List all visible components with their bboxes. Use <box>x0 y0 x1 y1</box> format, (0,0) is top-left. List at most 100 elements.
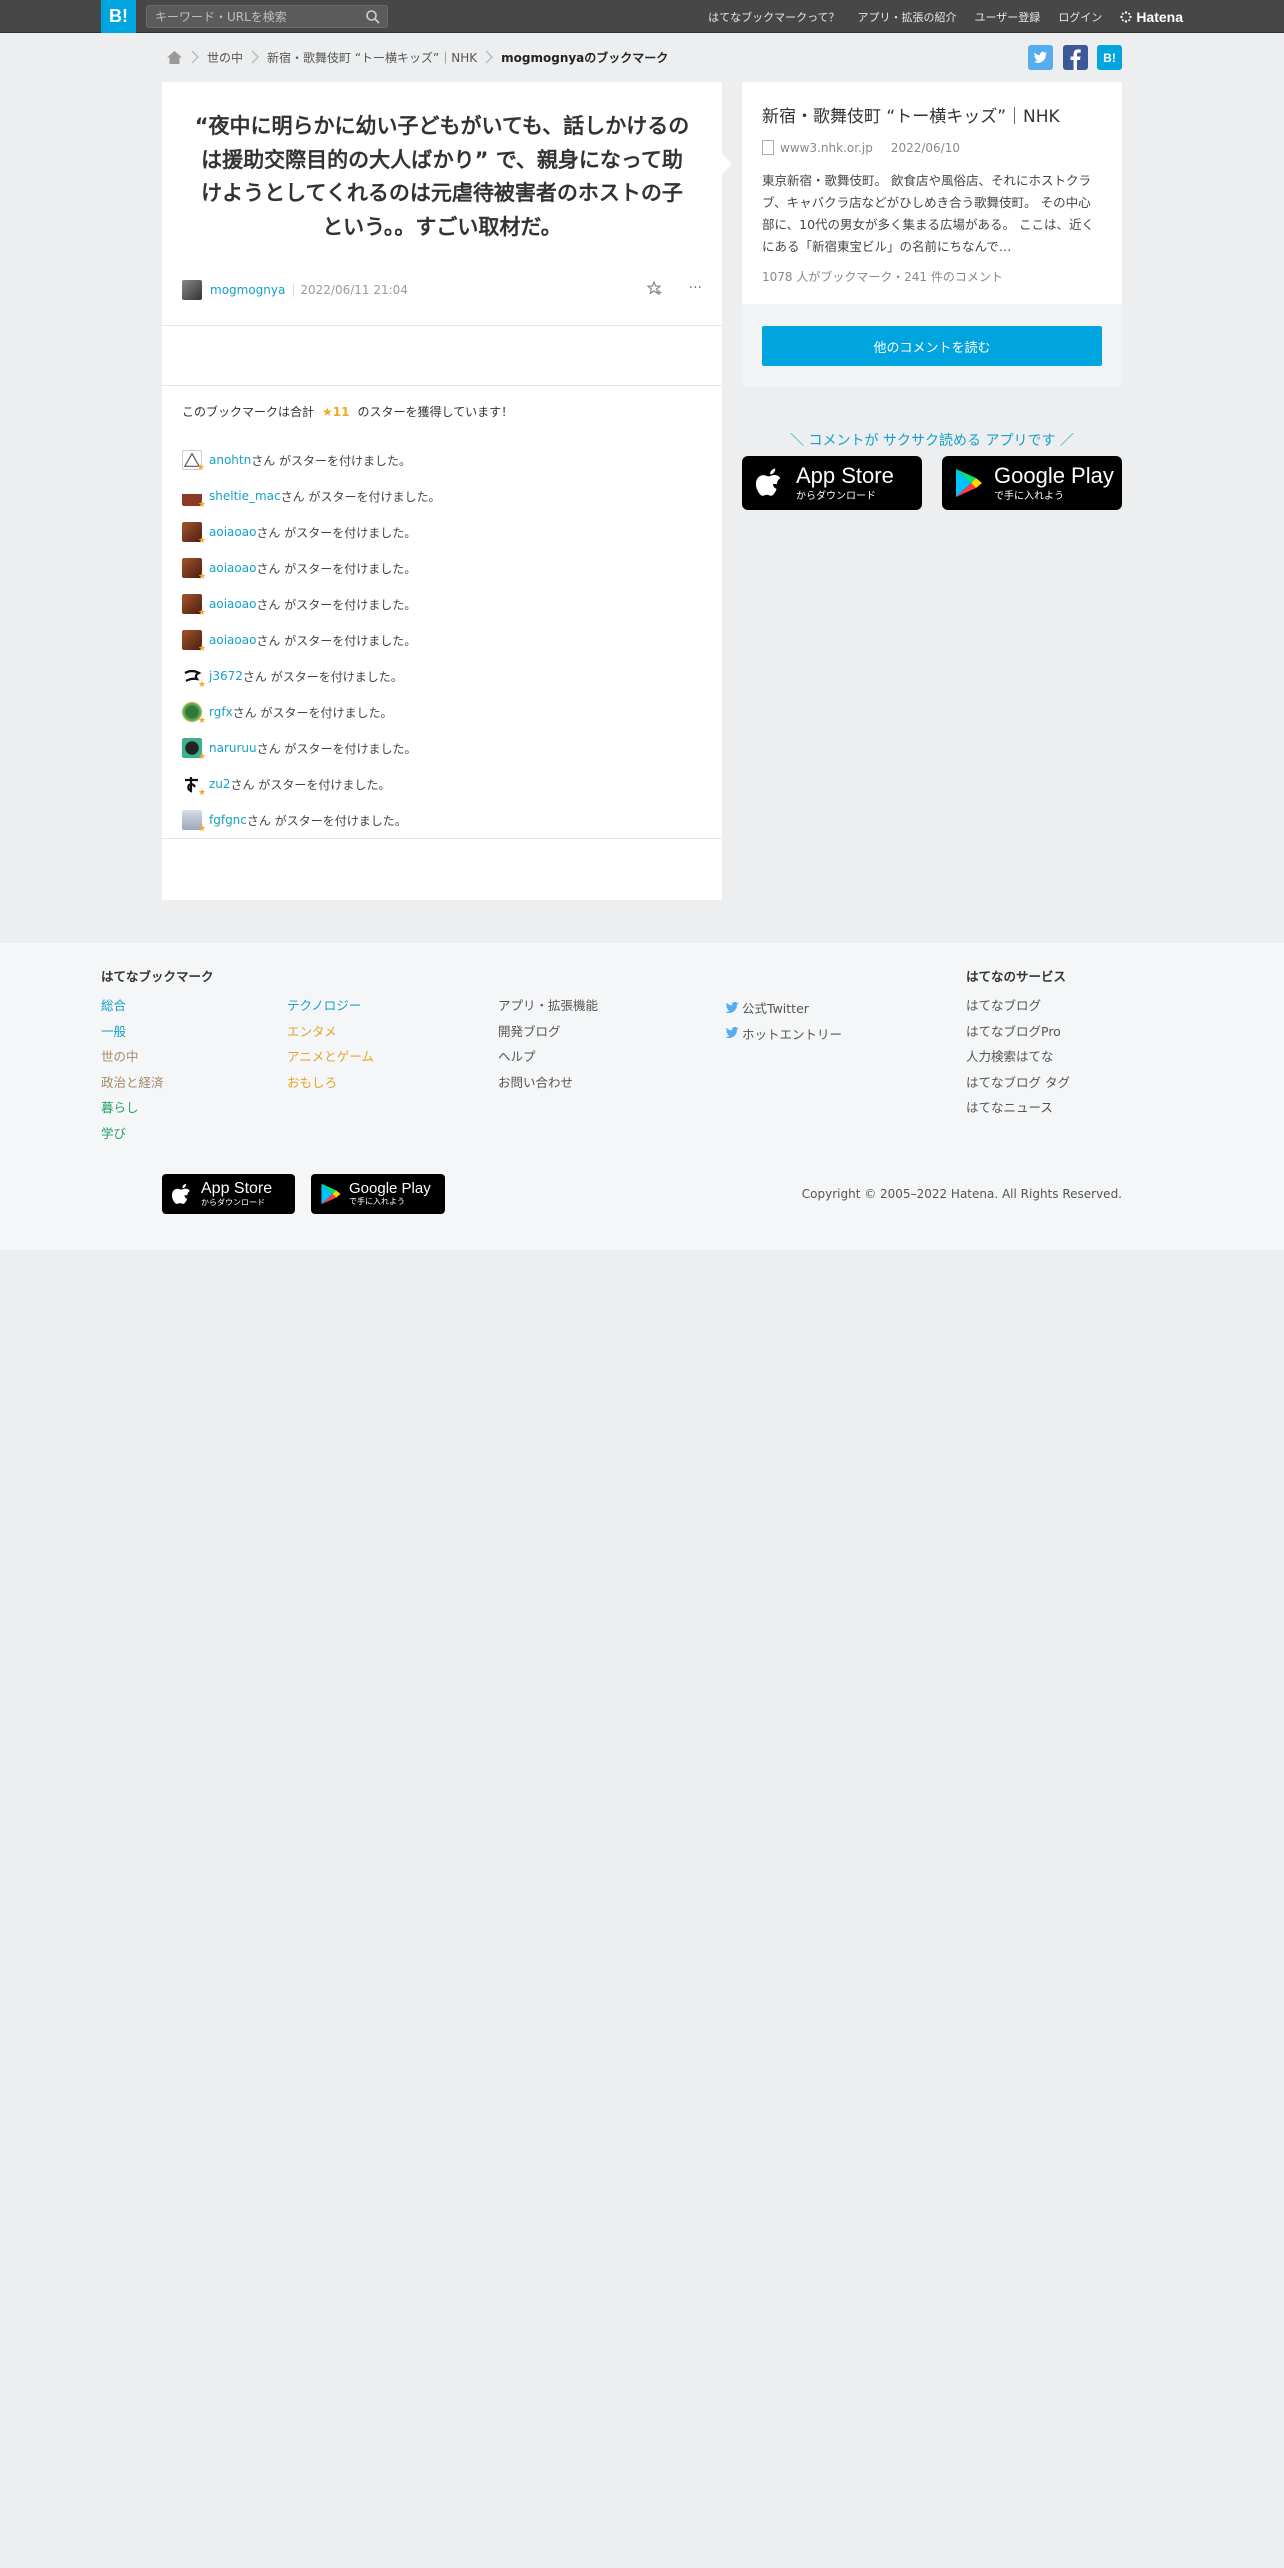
user-avatar[interactable]: ★ <box>182 630 206 654</box>
footer-link[interactable]: はてなニュース <box>966 1097 1070 1123</box>
nav-about[interactable]: はてなブックマークって？ <box>708 9 839 25</box>
nav-apps[interactable]: アプリ・拡張の紹介 <box>858 9 957 25</box>
user-avatar[interactable]: ★ <box>182 594 206 618</box>
footer-link[interactable]: アプリ・拡張機能 <box>498 995 598 1021</box>
app-store-badge[interactable]: App Store からダウンロード <box>742 456 922 510</box>
breadcrumb: 世の中 新宿・歌舞伎町 “トー横キッズ”｜NHK mogmognyaのブックマー… <box>166 46 668 68</box>
google-play-badge[interactable]: Google Play で手に入れよう <box>942 456 1122 510</box>
footer-link[interactable]: はてなブログPro <box>966 1021 1070 1047</box>
user-avatar[interactable]: ★ <box>182 738 206 762</box>
chevron-right-icon <box>191 50 199 64</box>
app-store-title: App Store <box>796 462 894 488</box>
footer-link[interactable]: 世の中 <box>101 1046 214 1072</box>
home-icon[interactable] <box>166 50 183 65</box>
user-avatar[interactable] <box>182 280 202 300</box>
user-avatar[interactable]: ★ <box>182 666 206 690</box>
star-user[interactable]: anohtn <box>209 453 251 467</box>
share-hatena-button[interactable]: B! <box>1097 45 1122 70</box>
footer-link[interactable]: 総合 <box>101 995 214 1021</box>
add-star-icon[interactable] <box>646 280 663 296</box>
user-avatar[interactable]: ★ <box>182 774 206 798</box>
breadcrumb-entry[interactable]: 新宿・歌舞伎町 “トー横キッズ”｜NHK <box>267 49 477 66</box>
bookmark-user[interactable]: mogmognya <box>210 283 285 297</box>
breadcrumb-category[interactable]: 世の中 <box>207 49 243 66</box>
footer-link[interactable]: 暮らし <box>101 1097 214 1123</box>
read-comments-button[interactable]: 他のコメントを読む <box>762 326 1102 366</box>
hatena-bookmark-logo[interactable]: B! <box>101 0 136 33</box>
star-user[interactable]: aoiaoao <box>209 525 256 539</box>
star-row: ★ aoiaoao さん がスターを付けました。 <box>182 514 440 550</box>
footer-link[interactable]: 政治と経済 <box>101 1072 214 1098</box>
entry-title[interactable]: 新宿・歌舞伎町 “トー横キッズ”｜NHK <box>762 102 1060 127</box>
star-row: ★ aoiaoao さん がスターを付けました。 <box>182 550 440 586</box>
entry-bookmark-count[interactable]: 1078 人がブックマーク・241 件のコメント <box>762 268 1003 285</box>
star-user[interactable]: sheltie_mac <box>209 489 281 503</box>
footer-twitter-link[interactable]: ホットエントリー <box>725 1021 842 1047</box>
footer-link[interactable]: エンタメ <box>287 1021 374 1047</box>
share-twitter-button[interactable] <box>1028 45 1053 70</box>
star-user[interactable]: aoiaoao <box>209 597 256 611</box>
entry-domain[interactable]: www3.nhk.or.jp <box>780 141 873 155</box>
user-avatar[interactable]: ★ <box>182 558 206 582</box>
star-user[interactable]: naruruu <box>209 741 257 755</box>
star-row: ★ zu2 さん がスターを付けました。 <box>182 766 440 802</box>
footer-link[interactable]: 一般 <box>101 1021 214 1047</box>
user-avatar[interactable]: ★ <box>182 486 206 510</box>
breadcrumb-current: mogmognyaのブックマーク <box>501 50 669 65</box>
app-store-sub: からダウンロード <box>796 490 876 502</box>
entry-meta: www3.nhk.or.jp 2022/06/10 <box>762 140 960 155</box>
user-avatar[interactable]: ★ <box>182 810 206 834</box>
search-icon[interactable] <box>365 9 381 25</box>
star-user[interactable]: j3672 <box>209 669 243 683</box>
star-user[interactable]: aoiaoao <box>209 633 256 647</box>
google-play-title: Google Play <box>349 1180 431 1197</box>
footer-link-label: 公式Twitter <box>742 1001 809 1017</box>
footer-app-store-badge[interactable]: App Store からダウンロード <box>162 1174 295 1214</box>
footer-link[interactable]: おもしろ <box>287 1072 374 1098</box>
nav-login[interactable]: ログイン <box>1058 9 1102 25</box>
entry-card: 新宿・歌舞伎町 “トー横キッズ”｜NHK www3.nhk.or.jp 2022… <box>742 82 1122 387</box>
entry-description: 東京新宿・歌舞伎町。 飲食店や風俗店、それにホストクラブ、キャバクラ店などがひし… <box>762 173 1095 254</box>
footer-link[interactable]: テクノロジー <box>287 995 374 1021</box>
star-text: さん がスターを付けました。 <box>256 561 417 576</box>
hatena-logo[interactable]: Hatena <box>1120 9 1183 25</box>
chevron-right-icon <box>251 50 260 64</box>
footer-link[interactable]: はてなブログ <box>966 995 1070 1021</box>
share-facebook-button[interactable] <box>1063 45 1088 70</box>
copyright: Copyright © 2005–2022 Hatena. All Rights… <box>801 1187 1122 1201</box>
star-text: さん がスターを付けました。 <box>256 633 417 648</box>
footer-link[interactable]: 人力検索はてな <box>966 1046 1070 1072</box>
star-user[interactable]: zu2 <box>209 777 231 791</box>
footer-google-play-badge[interactable]: Google Play で手に入れよう <box>311 1174 445 1214</box>
footer-link[interactable]: 学び <box>101 1123 214 1149</box>
star-text: さん がスターを付けました。 <box>232 705 393 720</box>
search-input[interactable] <box>147 6 357 27</box>
user-avatar[interactable]: ★ <box>182 450 205 473</box>
star-text: さん がスターを付けました。 <box>256 525 417 540</box>
nav-register[interactable]: ユーザー登録 <box>975 9 1041 25</box>
star-text: さん がスターを付けました。 <box>256 741 417 756</box>
bookmark-date[interactable]: 2022/06/11 21:04 <box>293 283 408 297</box>
stars-count: ★11 <box>322 404 350 419</box>
user-avatar[interactable]: ★ <box>182 522 206 546</box>
divider <box>162 385 722 386</box>
star-user[interactable]: fgfgnc <box>209 813 247 827</box>
more-options-icon[interactable]: ··· <box>689 280 702 296</box>
star-icon: ★ <box>197 788 206 798</box>
bookmark-comment: “夜中に明らかに幼い子どもがいても、話しかけるのは援助交際目的の大人ばかり” で… <box>194 114 690 239</box>
footer-link[interactable]: お問い合わせ <box>498 1072 598 1098</box>
footer-link[interactable]: ヘルプ <box>498 1046 598 1072</box>
footer-twitter-link[interactable]: 公式Twitter <box>725 995 842 1021</box>
footer-col-info: アプリ・拡張機能 開発ブログ ヘルプ お問い合わせ <box>498 995 598 1097</box>
star-user[interactable]: aoiaoao <box>209 561 256 575</box>
top-bar: B! はてなブックマークって？ アプリ・拡張の紹介 ユーザー登録 ログイン Ha… <box>0 0 1284 33</box>
footer-link[interactable]: 開発ブログ <box>498 1021 598 1047</box>
user-avatar[interactable]: ★ <box>182 702 206 726</box>
footer-link[interactable]: はてなブログ タグ <box>966 1072 1070 1098</box>
entry-date: 2022/06/10 <box>890 140 960 155</box>
footer-link-label: ホットエントリー <box>742 1026 843 1042</box>
star-row: ★ sheltie_mac さん がスターを付けました。 <box>182 478 440 514</box>
star-user[interactable]: rgfx <box>209 705 233 719</box>
footer-link[interactable]: アニメとゲーム <box>287 1046 374 1072</box>
star-text: さん がスターを付けました。 <box>280 489 441 504</box>
